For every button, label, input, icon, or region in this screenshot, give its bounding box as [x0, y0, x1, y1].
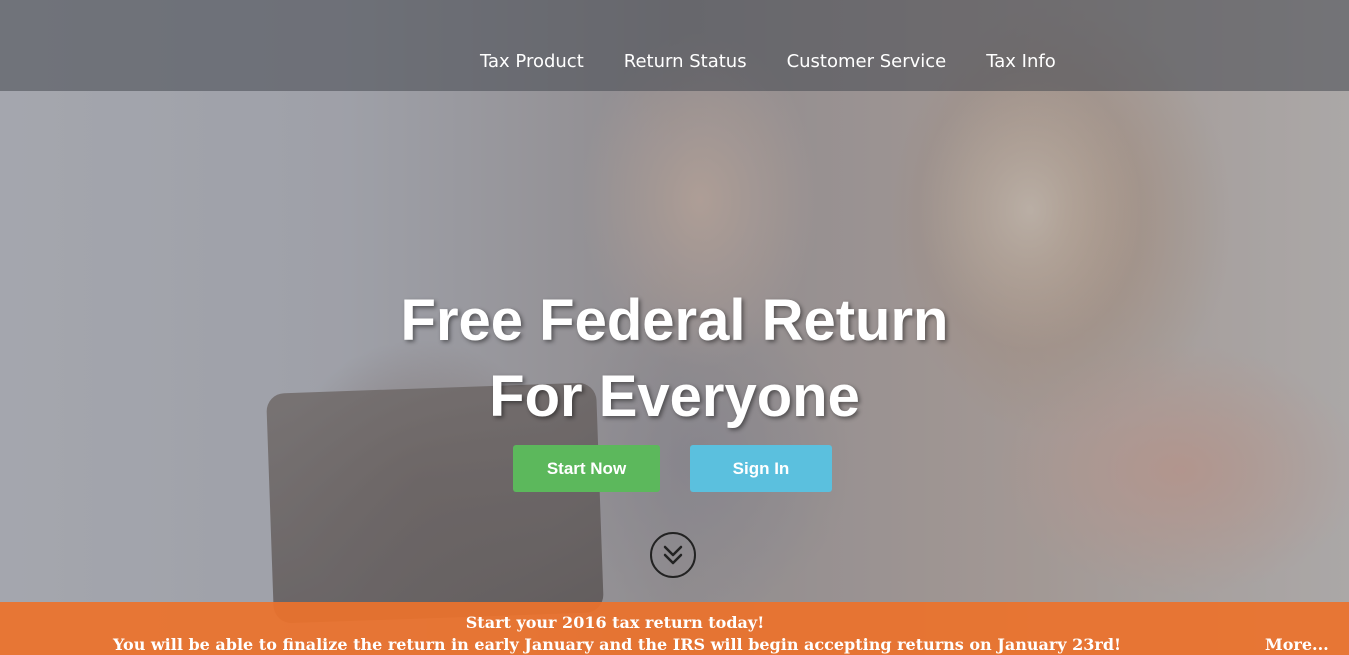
top-nav-bar: Tax Product Return Status Customer Servi… — [0, 0, 1349, 91]
chevron-double-down-icon — [663, 545, 683, 565]
main-nav: Tax Product Return Status Customer Servi… — [480, 51, 1096, 72]
nav-tax-info[interactable]: Tax Info — [986, 51, 1056, 72]
hero-headline: Free Federal Return For Everyone — [0, 283, 1349, 435]
nav-tax-product[interactable]: Tax Product — [480, 51, 584, 72]
headline-line-1: Free Federal Return — [400, 288, 949, 353]
promo-message: You will be able to finalize the return … — [113, 635, 1122, 654]
scroll-down-button[interactable] — [650, 532, 696, 578]
nav-customer-service[interactable]: Customer Service — [787, 51, 947, 72]
nav-return-status[interactable]: Return Status — [624, 51, 747, 72]
promo-banner: Start your 2016 tax return today! You wi… — [0, 602, 1349, 655]
promo-headline: Start your 2016 tax return today! — [465, 613, 765, 632]
sign-in-button[interactable]: Sign In — [690, 445, 832, 492]
promo-more-link[interactable]: More... — [1265, 635, 1329, 654]
headline-line-2: For Everyone — [489, 364, 860, 429]
start-now-button[interactable]: Start Now — [513, 445, 660, 492]
